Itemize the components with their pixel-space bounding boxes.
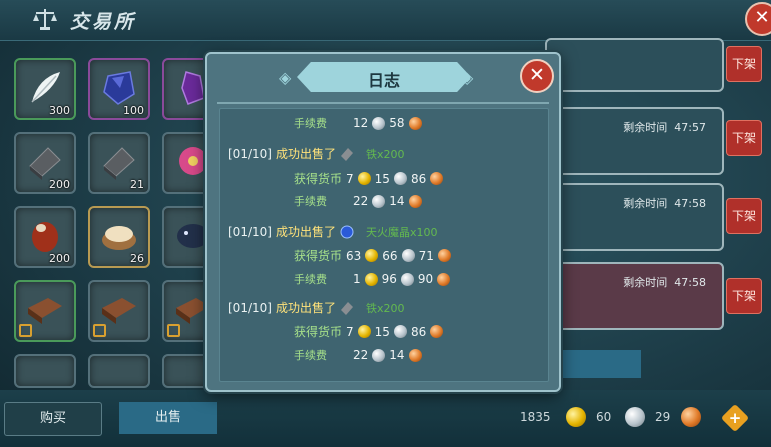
earned-row: 获得货币 63 66 71	[294, 247, 451, 264]
copper-coin-icon	[437, 249, 451, 262]
log-list[interactable]: 手续费 12 58 [01/10] 成功出售了 铁x200 获得货币 7 15 …	[219, 108, 549, 382]
log-entry: [01/10] 成功出售了 天火魔晶x100	[228, 224, 438, 240]
listing-card[interactable]: 剩余时间 47:58	[545, 183, 724, 251]
iron-ingot-icon	[103, 147, 135, 180]
iron-ingot-icon	[340, 147, 353, 161]
copper-coin-icon	[430, 172, 444, 185]
silver-coin-icon	[393, 325, 407, 338]
inventory-slot[interactable]	[88, 280, 150, 342]
earned-row: 获得货币 7 15 86	[294, 323, 444, 340]
inventory-slot[interactable]	[14, 354, 76, 388]
wood-plank-icon	[102, 298, 136, 324]
blue-orb-icon	[340, 225, 354, 238]
log-entry: [01/10] 成功出售了 铁x200	[228, 146, 405, 162]
dumplings-icon	[102, 226, 136, 250]
page-title: 交易所	[70, 11, 137, 33]
close-icon[interactable]: ✕	[745, 2, 771, 36]
delist-button[interactable]: 下架	[726, 120, 762, 156]
item-count: 200	[49, 178, 70, 191]
time-remaining: 剩余时间 47:58	[623, 197, 706, 210]
silver-coin-icon	[372, 348, 386, 362]
log-dialog: ◈ ◈ 日志 ✕ 手续费 12 58 [01/10] 成功出售了 铁x200 获…	[205, 52, 561, 392]
time-remaining: 剩余时间 47:57	[623, 121, 706, 134]
item-count: 300	[49, 104, 70, 117]
silver-coin-icon	[401, 249, 415, 262]
gold-amount: 1835	[520, 410, 551, 424]
iron-ingot-icon	[340, 301, 353, 315]
listing-card[interactable]: 剩余时间 47:57	[545, 107, 724, 175]
gold-coin-icon	[566, 407, 586, 427]
fee-row: 手续费 12 58	[294, 115, 422, 131]
copper-coin-icon	[681, 407, 701, 427]
listing-card[interactable]: 剩余时间 47:58	[545, 262, 724, 330]
delist-button[interactable]: 下架	[726, 198, 762, 234]
copper-coin-icon	[408, 194, 422, 208]
fee-row: 手续费 22 14	[294, 347, 422, 363]
gold-coin-icon	[364, 272, 378, 286]
item-count: 100	[123, 104, 144, 117]
sell-tab[interactable]: 出售	[119, 402, 217, 434]
silver-amount: 60	[596, 410, 612, 424]
copper-coin-icon	[408, 116, 422, 130]
inventory-slot[interactable]	[88, 354, 150, 388]
fee-row: 手续费 1 96 90	[294, 271, 451, 287]
buy-tab[interactable]: 购买	[4, 402, 102, 436]
copper-coin-icon	[437, 272, 451, 286]
delist-button[interactable]: 下架	[726, 46, 762, 82]
item-count: 26	[130, 252, 144, 265]
feather-icon	[31, 72, 60, 103]
copper-coin-icon	[408, 348, 422, 362]
scale-icon	[33, 9, 57, 30]
add-currency-button[interactable]: +	[720, 403, 750, 433]
inventory-slot[interactable]: 21	[88, 132, 150, 194]
divider	[217, 102, 549, 104]
gold-coin-icon	[357, 325, 371, 338]
inventory-slot[interactable]: 26	[88, 206, 150, 268]
gold-coin-icon	[365, 249, 379, 262]
log-entry: [01/10] 成功出售了 铁x200	[228, 300, 405, 316]
silver-coin-icon	[372, 194, 386, 208]
inventory-slot[interactable]: 100	[88, 58, 150, 120]
silver-coin-icon	[625, 407, 645, 427]
item-count: 21	[130, 178, 144, 191]
copper-coin-icon	[430, 325, 444, 338]
lock-icon	[19, 324, 32, 337]
silver-coin-icon	[400, 272, 414, 286]
earned-row: 获得货币 7 15 86	[294, 170, 444, 187]
inventory-slot[interactable]: 200	[14, 132, 76, 194]
title-bar: 交易所	[0, 0, 771, 41]
fee-row: 手续费 22 14	[294, 193, 422, 209]
silver-coin-icon	[372, 116, 386, 130]
listing-card[interactable]	[545, 38, 724, 92]
item-count: 200	[49, 252, 70, 265]
blue-gem-icon	[103, 71, 135, 105]
close-icon[interactable]: ✕	[520, 59, 554, 93]
plus-icon: +	[728, 409, 742, 427]
time-remaining: 剩余时间 47:58	[623, 276, 706, 289]
inventory-slot[interactable]: 300	[14, 58, 76, 120]
inventory-slot[interactable]	[14, 280, 76, 342]
lock-icon	[93, 324, 106, 337]
silver-coin-icon	[393, 172, 407, 185]
iron-ingot-icon	[29, 147, 61, 180]
wood-plank-icon	[28, 298, 62, 324]
delist-button[interactable]: 下架	[726, 278, 762, 314]
lock-icon	[167, 324, 180, 337]
copper-amount: 29	[655, 410, 671, 424]
dialog-title: 日志	[367, 71, 400, 90]
gold-coin-icon	[357, 172, 371, 185]
red-egg-icon	[32, 222, 58, 252]
inventory-slot[interactable]: 200	[14, 206, 76, 268]
